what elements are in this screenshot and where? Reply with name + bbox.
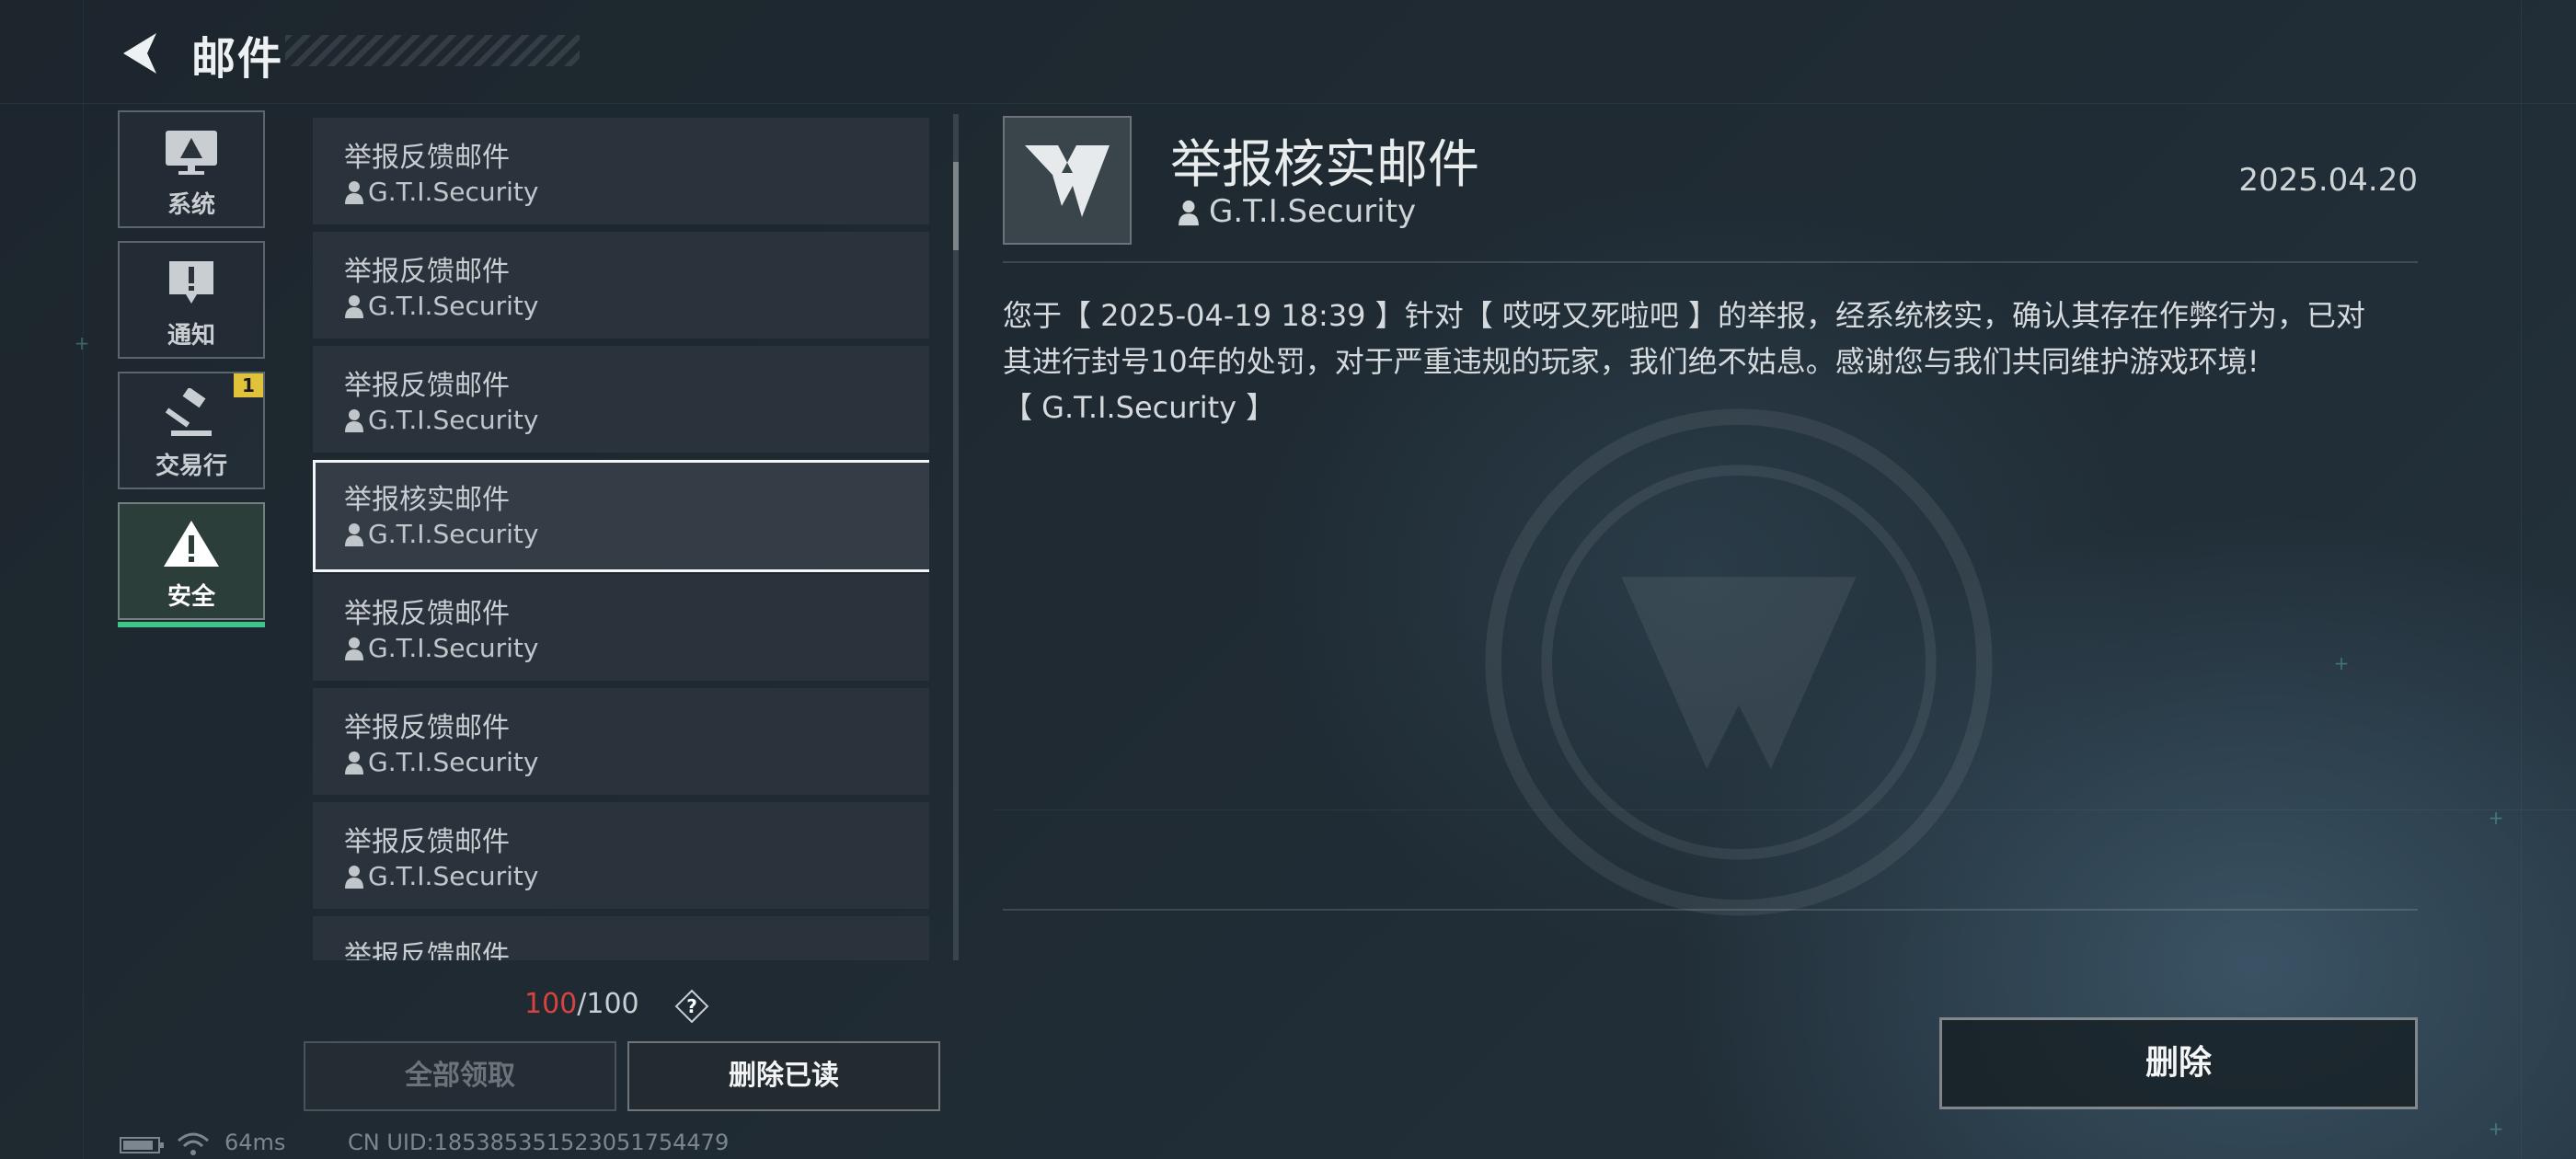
divider (1003, 909, 2418, 911)
mail-detail-title: 举报核实邮件 (1170, 135, 1479, 195)
ping-text: 64ms (224, 1130, 286, 1155)
person-icon (345, 181, 363, 204)
person-icon (345, 523, 363, 546)
monitor-icon (166, 131, 217, 175)
claim-all-button[interactable]: 全部领取 (304, 1041, 616, 1111)
category-label: 系统 (167, 191, 215, 219)
mail-sender: G.T.I.Security (368, 519, 539, 549)
mail-subject: 举报反馈邮件 (344, 142, 510, 174)
back-button[interactable] (116, 28, 167, 79)
delete-read-button[interactable]: 删除已读 (627, 1041, 940, 1111)
person-icon (345, 295, 363, 318)
category-label: 通知 (167, 322, 215, 350)
active-indicator (118, 622, 265, 627)
mail-item-selected[interactable]: 举报核实邮件 G.T.I.Security (313, 460, 929, 572)
mail-detail-sender: G.T.I.Security (1209, 193, 1417, 230)
battery-icon (120, 1137, 164, 1153)
category-notice[interactable]: 通知 (118, 241, 265, 359)
person-icon (345, 866, 363, 889)
notice-icon (169, 261, 213, 304)
person-icon (345, 637, 363, 660)
category-system[interactable]: 系统 (118, 110, 265, 228)
page-title: 邮件 (191, 33, 284, 85)
gavel-icon (165, 388, 212, 436)
wifi-icon (178, 1132, 209, 1155)
mail-sender: G.T.I.Security (368, 861, 539, 891)
bg-crosshair: + (74, 332, 90, 354)
mail-count-current: 100 (524, 988, 578, 1020)
bg-crosshair: + (2488, 807, 2504, 829)
title-decoration (285, 35, 580, 66)
person-icon (345, 752, 363, 775)
mail-subject: 举报反馈邮件 (344, 712, 510, 744)
uid-text: CN UID:185385351523051754479 (348, 1130, 730, 1155)
bg-crosshair: + (2333, 652, 2350, 674)
mail-subject: 举报反馈邮件 (344, 940, 510, 960)
back-arrow-icon (123, 33, 156, 74)
mail-sender: G.T.I.Security (368, 747, 539, 777)
mail-item[interactable]: 举报反馈邮件 G.T.I.Security (313, 232, 929, 339)
mail-subject: 举报反馈邮件 (344, 370, 510, 402)
category-security[interactable]: 安全 (118, 502, 265, 627)
security-logo-icon (1025, 145, 1110, 217)
mail-item[interactable]: 举报反馈邮件 G.T.I.Security (313, 802, 929, 909)
mail-item[interactable]: 举报反馈邮件 G.T.I.Security (313, 574, 929, 681)
mail-sender: G.T.I.Security (368, 177, 539, 207)
bg-crosshair: + (2488, 1118, 2504, 1140)
emblem-watermark (1485, 408, 1993, 916)
mail-body-line: 其进行封号10年的处罚，对于严重违规的玩家，我们绝不姑息。感谢您与我们共同维护游… (1003, 344, 2260, 379)
person-icon (345, 409, 363, 432)
mail-count-total: /100 (577, 988, 639, 1020)
mail-count: 100/100 (524, 988, 639, 1020)
mail-list[interactable]: 举报反馈邮件 G.T.I.Security 举报反馈邮件 G.T.I.Secur… (313, 114, 929, 960)
mail-subject: 举报反馈邮件 (344, 598, 510, 630)
person-icon (1179, 200, 1199, 226)
mail-sender: G.T.I.Security (368, 405, 539, 435)
divider (1003, 261, 2418, 263)
scrollbar-thumb[interactable] (953, 162, 959, 250)
category-label: 交易行 (155, 453, 227, 480)
mail-item[interactable]: 举报反馈邮件 G.T.I.Security (313, 346, 929, 453)
help-icon[interactable]: ? (673, 988, 710, 1025)
sender-logo (1003, 116, 1132, 245)
mail-detail-date: 2025.04.20 (2238, 162, 2418, 199)
category-label: 安全 (167, 583, 215, 611)
mail-item[interactable]: 举报反馈邮件 (313, 916, 929, 960)
mail-body-line: 您于【 2025-04-19 18:39 】针对【 哎呀又死啦吧 】的举报，经系… (1003, 298, 2366, 333)
bg-grid-line (83, 0, 84, 1159)
mail-sender: G.T.I.Security (368, 291, 539, 321)
mail-subject: 举报反馈邮件 (344, 256, 510, 288)
mail-subject: 举报反馈邮件 (344, 826, 510, 858)
delete-button[interactable]: 删除 (1939, 1017, 2418, 1109)
unread-badge: 1 (234, 373, 263, 397)
mail-body-line: 【 G.T.I.Security 】 (1003, 390, 1276, 425)
help-mark: ? (686, 995, 697, 1017)
category-trade[interactable]: 交易行 1 (118, 372, 265, 489)
mail-item[interactable]: 举报反馈邮件 G.T.I.Security (313, 118, 929, 224)
bg-grid-line (2521, 0, 2522, 1159)
bg-grid-line (0, 103, 2576, 104)
mail-item[interactable]: 举报反馈邮件 G.T.I.Security (313, 688, 929, 795)
warning-icon (164, 521, 219, 567)
mail-sender: G.T.I.Security (368, 633, 539, 663)
mail-subject: 举报核实邮件 (344, 484, 510, 516)
